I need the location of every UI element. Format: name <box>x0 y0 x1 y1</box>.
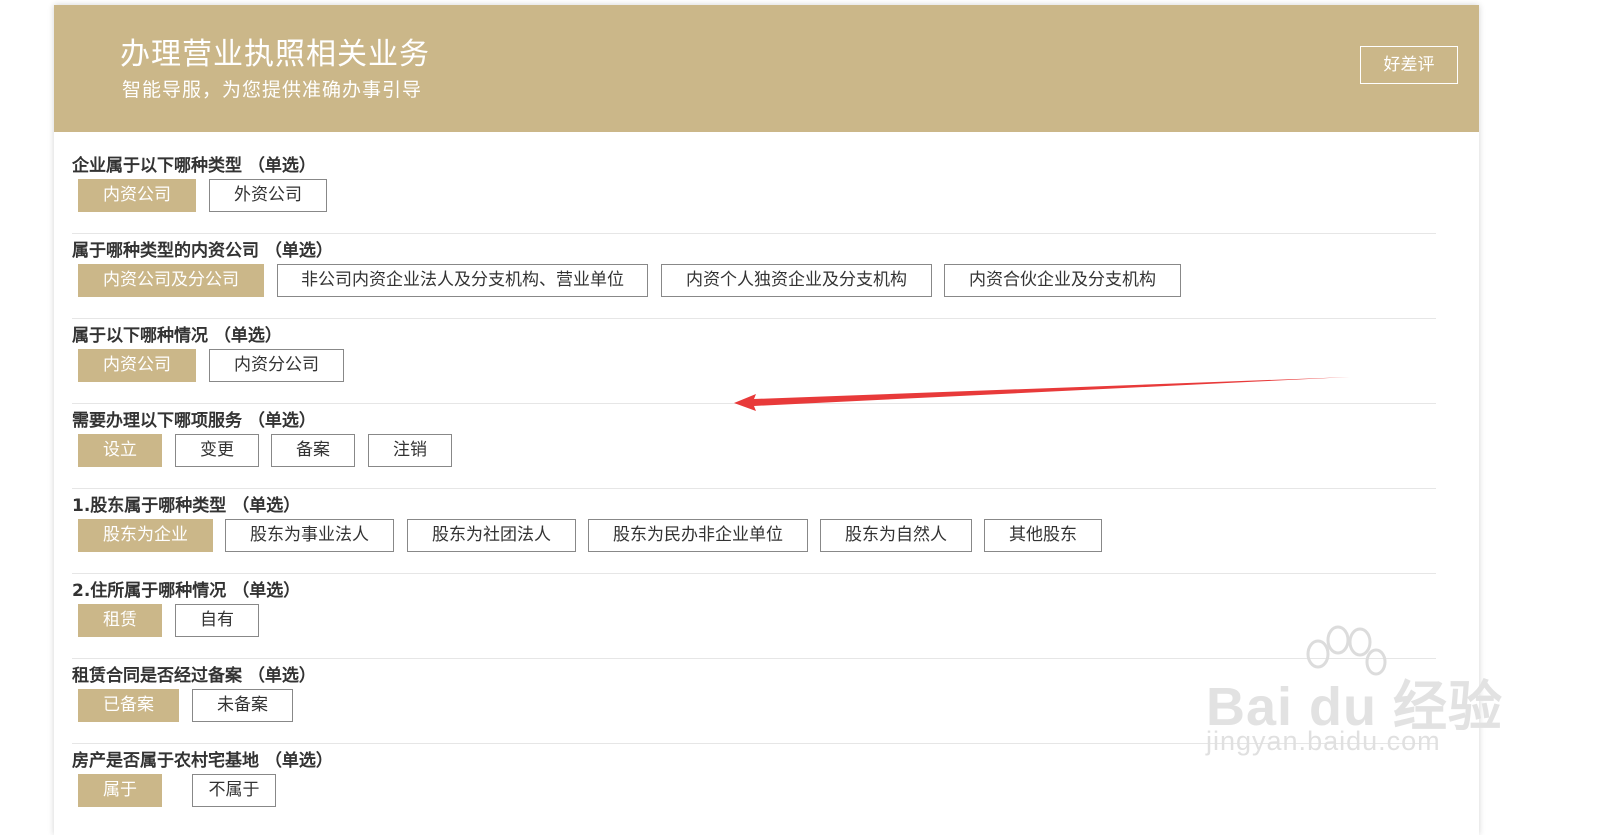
option-domestic-company[interactable]: 内资公司 <box>78 349 196 382</box>
question-title: 需要办理以下哪项服务 （单选） <box>72 411 316 431</box>
question-title: 企业属于以下哪种类型 （单选） <box>72 156 316 176</box>
option-shareholder-association[interactable]: 股东为社团法人 <box>407 519 576 552</box>
option-company-and-branch[interactable]: 内资公司及分公司 <box>78 264 264 297</box>
option-shareholder-institution[interactable]: 股东为事业法人 <box>225 519 394 552</box>
question-title: 属于哪种类型的内资公司 （单选） <box>72 241 333 261</box>
option-partnership[interactable]: 内资合伙企业及分支机构 <box>944 264 1181 297</box>
question-service: 需要办理以下哪项服务 （单选） 设立 变更 备案 注销 <box>72 404 1436 489</box>
guide-card: 办理营业执照相关业务 智能导服，为您提供准确办事引导 好差评 企业属于以下哪种类… <box>54 5 1479 835</box>
question-shareholder-type: 1.股东属于哪种类型 （单选） 股东为企业 股东为事业法人 股东为社团法人 股东… <box>72 489 1436 574</box>
question-residence: 2.住所属于哪种情况 （单选） 租赁 自有 <box>72 574 1436 659</box>
option-shareholder-private-nonenterprise[interactable]: 股东为民办非企业单位 <box>588 519 808 552</box>
question-lease-record: 租赁合同是否经过备案 （单选） 已备案 未备案 <box>72 659 1436 744</box>
option-shareholder-natural-person[interactable]: 股东为自然人 <box>820 519 972 552</box>
option-change[interactable]: 变更 <box>175 434 259 467</box>
option-cancel[interactable]: 注销 <box>368 434 452 467</box>
option-owned[interactable]: 自有 <box>175 604 259 637</box>
question-title: 房产是否属于农村宅基地 （单选） <box>72 751 333 771</box>
question-title: 租赁合同是否经过备案 （单选） <box>72 666 316 686</box>
question-title: 1.股东属于哪种类型 （单选） <box>72 496 301 516</box>
question-company-type: 企业属于以下哪种类型 （单选） 内资公司 外资公司 <box>72 149 1436 234</box>
option-not-recorded[interactable]: 未备案 <box>192 689 293 722</box>
option-domestic-branch[interactable]: 内资分公司 <box>209 349 344 382</box>
option-shareholder-other[interactable]: 其他股东 <box>984 519 1102 552</box>
option-shareholder-enterprise[interactable]: 股东为企业 <box>78 519 213 552</box>
option-foreign-company[interactable]: 外资公司 <box>209 179 327 212</box>
option-non-company-enterprise[interactable]: 非公司内资企业法人及分支机构、营业单位 <box>277 264 648 297</box>
option-domestic-company[interactable]: 内资公司 <box>78 179 196 212</box>
option-not-belongs[interactable]: 不属于 <box>192 774 276 807</box>
question-situation: 属于以下哪种情况 （单选） 内资公司 内资分公司 <box>72 319 1436 404</box>
rate-button[interactable]: 好差评 <box>1360 46 1458 84</box>
page-title: 办理营业执照相关业务 <box>120 37 430 72</box>
option-belongs[interactable]: 属于 <box>78 774 162 807</box>
option-establish[interactable]: 设立 <box>78 434 162 467</box>
option-record[interactable]: 备案 <box>271 434 355 467</box>
question-title: 属于以下哪种情况 （单选） <box>72 326 282 346</box>
header-banner: 办理营业执照相关业务 智能导服，为您提供准确办事引导 好差评 <box>54 5 1479 132</box>
question-domestic-type: 属于哪种类型的内资公司 （单选） 内资公司及分公司 非公司内资企业法人及分支机构… <box>72 234 1436 319</box>
option-recorded[interactable]: 已备案 <box>78 689 179 722</box>
page-subtitle: 智能导服，为您提供准确办事引导 <box>122 79 423 101</box>
option-sole-proprietorship[interactable]: 内资个人独资企业及分支机构 <box>661 264 932 297</box>
option-lease[interactable]: 租赁 <box>78 604 162 637</box>
question-title: 2.住所属于哪种情况 （单选） <box>72 581 301 601</box>
question-homestead: 房产是否属于农村宅基地 （单选） 属于 不属于 <box>72 744 1436 829</box>
